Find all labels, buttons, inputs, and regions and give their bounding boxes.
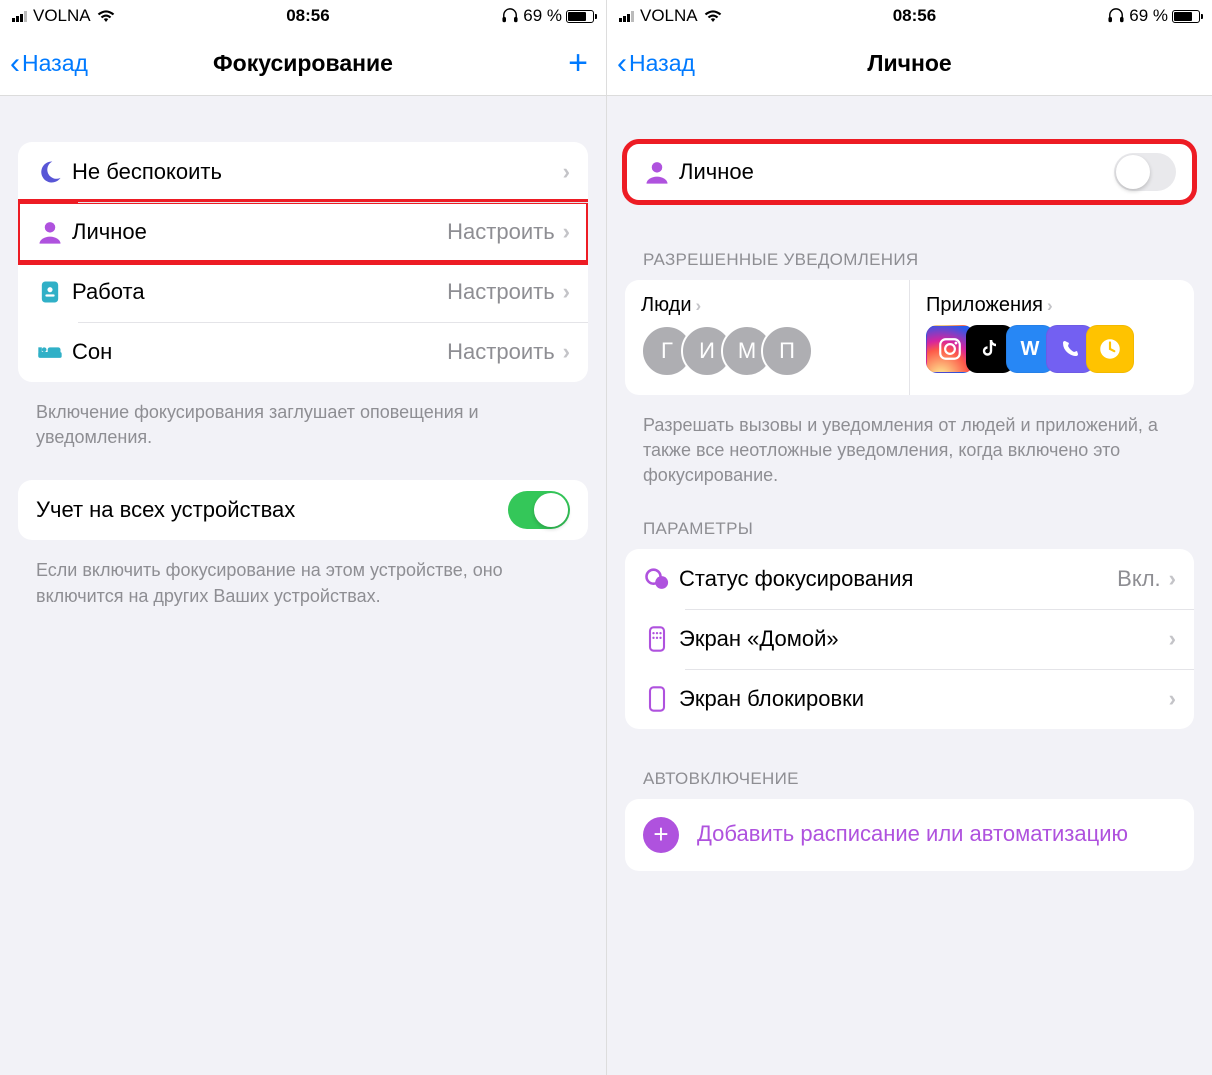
people-label: Люди [641,294,692,317]
row-detail: Вкл. [1117,566,1161,592]
option-home-screen[interactable]: Экран «Домой» › [625,609,1194,669]
home-screen-icon [643,625,671,653]
add-schedule-row[interactable]: + Добавить расписание или автоматизацию [625,799,1194,871]
battery-icon [566,10,594,23]
headphones-icon [1107,8,1125,24]
focus-row-work[interactable]: Работа Настроить › [18,262,588,322]
chevron-right-icon: › [563,339,570,365]
share-toggle[interactable] [508,491,570,529]
focus-toggle[interactable] [1114,153,1176,191]
back-label: Назад [22,50,88,77]
badge-icon [36,278,64,306]
back-label: Назад [629,50,695,77]
group-footer: Включение фокусирования заглушает оповещ… [18,394,588,480]
section-header: РАЗРЕШЕННЫЕ УВЕДОМЛЕНИЯ [625,250,1194,280]
headphones-icon [501,8,519,24]
share-group: Учет на всех устройствах [18,480,588,540]
option-lock-screen[interactable]: Экран блокировки › [625,669,1194,729]
chevron-right-icon: › [1047,296,1053,316]
options-group: Статус фокусирования Вкл. › Экран «Домой… [625,549,1194,729]
chevron-left-icon: ‹ [617,49,627,79]
row-detail: Настроить [447,339,555,365]
section-header: ПАРАМЕТРЫ [625,519,1194,549]
app-icons: W [926,325,1178,373]
signal-icon [12,10,27,22]
page-title: Фокусирование [0,50,606,77]
nav-bar: ‹ Назад Фокусирование + [0,32,606,96]
focus-row-sleep[interactable]: Сон Настроить › [18,322,588,382]
clock-label: 08:56 [722,6,1108,26]
row-label: Экран «Домой» [679,626,1169,652]
status-icon [643,565,671,593]
focus-modes-group: Не беспокоить › Личное Настроить › Работ… [18,142,588,382]
wifi-icon [97,9,115,23]
automation-group: + Добавить расписание или автоматизацию [625,799,1194,871]
chevron-right-icon: › [563,219,570,245]
clock-label: 08:56 [115,6,502,26]
section-header: АВТОВКЛЮЧЕНИЕ [625,769,1194,799]
group-footer: Если включить фокусирование на этом устр… [18,552,588,638]
chevron-right-icon: › [563,159,570,185]
apps-column[interactable]: Приложения› W [909,280,1194,395]
row-label: Экран блокировки [679,686,1169,712]
status-bar: VOLNA 08:56 69 % [0,0,606,32]
chevron-right-icon: › [1169,566,1176,592]
row-label: Статус фокусирования [679,566,1117,592]
back-button[interactable]: ‹ Назад [617,49,695,79]
chevron-right-icon: › [563,279,570,305]
row-detail: Настроить [447,279,555,305]
carrier-label: VOLNA [33,6,91,26]
people-column[interactable]: Люди› Г И М П [625,280,909,395]
person-icon [643,158,671,186]
lock-screen-icon [643,685,671,713]
nav-bar: ‹ Назад Личное [607,32,1212,96]
share-row[interactable]: Учет на всех устройствах [18,480,588,540]
carrier-label: VOLNA [640,6,698,26]
focus-row-personal[interactable]: Личное Настроить › [18,202,588,262]
people-avatars: Г И М П [641,325,893,377]
focus-detail-screen: VOLNA 08:56 69 % ‹ Назад Личное Личное Р… [606,0,1212,1075]
back-button[interactable]: ‹ Назад [10,49,88,79]
app-icon-clock [1086,325,1134,373]
share-label: Учет на всех устройствах [36,497,508,523]
battery-pct-label: 69 % [523,6,562,26]
bed-icon [36,338,64,366]
chevron-left-icon: ‹ [10,49,20,79]
chevron-right-icon: › [1169,626,1176,652]
add-label: Добавить расписание или автоматизацию [697,820,1128,849]
focus-toggle-row[interactable]: Личное [625,142,1194,202]
chevron-right-icon: › [696,296,702,316]
row-label: Не беспокоить [72,159,563,185]
option-focus-status[interactable]: Статус фокусирования Вкл. › [625,549,1194,609]
focus-toggle-group: Личное [625,142,1194,202]
status-bar: VOLNA 08:56 69 % [607,0,1212,32]
page-title: Личное [607,50,1212,77]
plus-icon: + [643,817,679,853]
chevron-right-icon: › [1169,686,1176,712]
allowed-notifications-group: Люди› Г И М П Приложения› W [625,280,1194,395]
person-icon [36,218,64,246]
row-label: Сон [72,339,447,365]
wifi-icon [704,9,722,23]
row-detail: Настроить [447,219,555,245]
focus-list-screen: VOLNA 08:56 69 % ‹ Назад Фокусирование +… [0,0,606,1075]
row-label: Личное [72,219,447,245]
add-button[interactable]: + [568,44,596,83]
apps-label: Приложения [926,294,1043,317]
signal-icon [619,10,634,22]
avatar: П [761,325,813,377]
toggle-label: Личное [679,159,1114,185]
focus-row-dnd[interactable]: Не беспокоить › [18,142,588,202]
moon-icon [36,158,64,186]
battery-pct-label: 69 % [1129,6,1168,26]
row-label: Работа [72,279,447,305]
battery-icon [1172,10,1200,23]
group-footer: Разрешать вызовы и уведомления от людей … [625,407,1194,519]
